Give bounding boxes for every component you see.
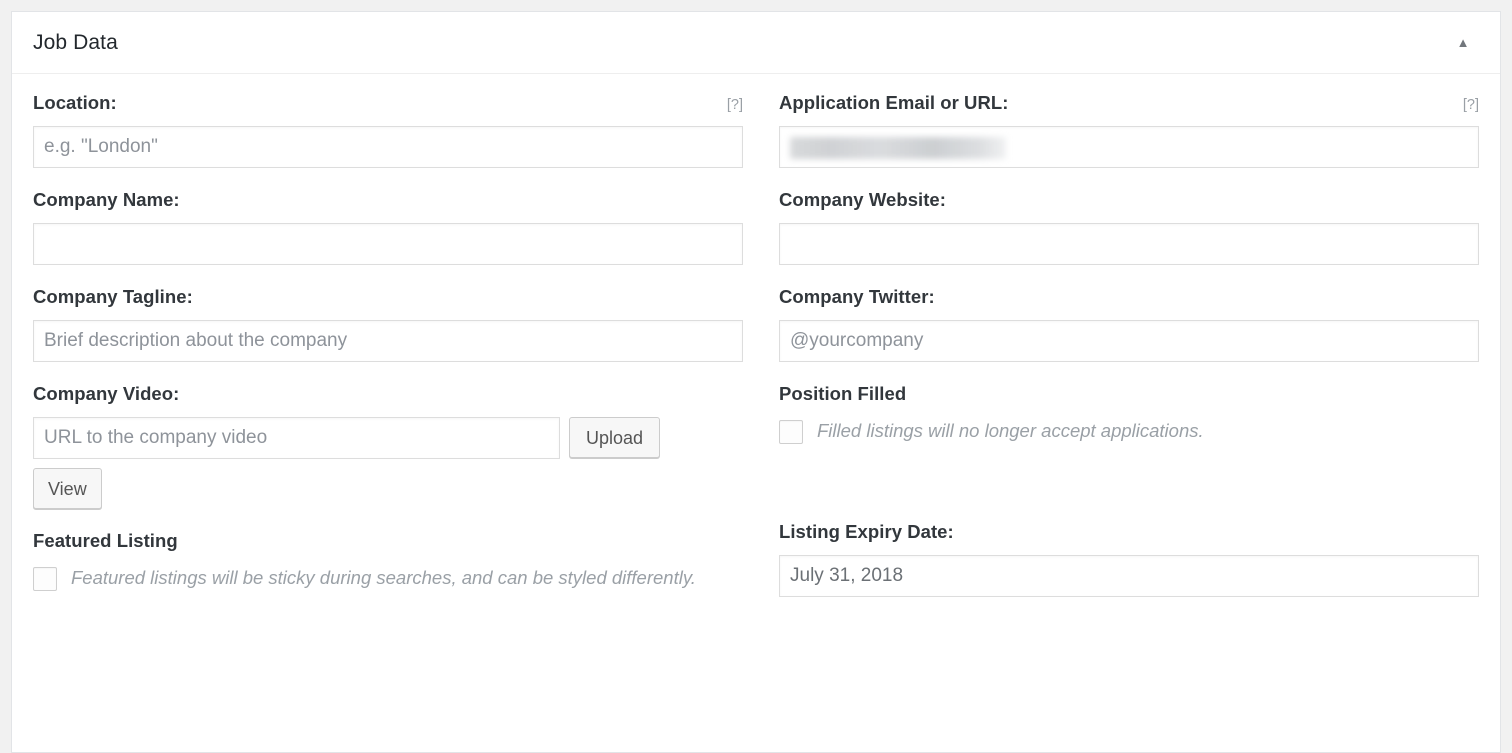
view-button[interactable]: View (33, 468, 102, 509)
position-filled-row: Filled listings will no longer accept ap… (779, 417, 1479, 446)
field-label-row: Listing Expiry Date: (779, 521, 1479, 543)
form-column-right: Application Email or URL: [?] Company We… (779, 92, 1479, 618)
upload-button[interactable]: Upload (569, 417, 661, 458)
company-website-label: Company Website: (779, 189, 946, 210)
field-company-tagline: Company Tagline: (33, 286, 743, 362)
position-filled-description: Filled listings will no longer accept ap… (817, 420, 1204, 441)
listing-expiry-label: Listing Expiry Date: (779, 521, 954, 542)
job-data-metabox: Job Data ▲ Location: [?] Company Name: (11, 11, 1501, 753)
featured-listing-label: Featured Listing (33, 530, 178, 551)
job-data-form: Location: [?] Company Name: Company Tagl… (33, 92, 1479, 618)
company-tagline-label: Company Tagline: (33, 286, 193, 307)
company-video-label: Company Video: (33, 383, 180, 404)
triangle-up-icon[interactable]: ▲ (1452, 32, 1474, 54)
field-label-row: Company Website: (779, 189, 1479, 211)
metabox-header[interactable]: Job Data ▲ (12, 12, 1500, 74)
field-featured-listing: Featured Listing Featured listings will … (33, 530, 743, 593)
field-listing-expiry: Listing Expiry Date: (779, 521, 1479, 597)
location-help-icon[interactable]: [?] (719, 97, 743, 113)
field-label-row: Location: [?] (33, 92, 743, 114)
field-position-filled: Position Filled Filled listings will no … (779, 383, 1479, 500)
company-name-input[interactable] (33, 223, 743, 265)
location-label: Location: (33, 92, 117, 113)
application-input-wrapper (779, 126, 1479, 168)
listing-expiry-input[interactable] (779, 555, 1479, 597)
field-label-row: Application Email or URL: [?] (779, 92, 1479, 114)
position-filled-checkbox[interactable] (779, 420, 803, 444)
company-name-label: Company Name: (33, 189, 180, 210)
form-column-left: Location: [?] Company Name: Company Tagl… (33, 92, 779, 618)
application-email-url-label: Application Email or URL: (779, 92, 1009, 113)
page-title: Job Data (33, 30, 118, 54)
featured-listing-row: Featured listings will be sticky during … (33, 564, 743, 593)
field-label-row: Company Twitter: (779, 286, 1479, 308)
company-tagline-input[interactable] (33, 320, 743, 362)
company-twitter-input[interactable] (779, 320, 1479, 362)
company-website-input[interactable] (779, 223, 1479, 265)
field-application: Application Email or URL: [?] (779, 92, 1479, 168)
company-video-input-row: Upload (33, 417, 743, 459)
position-filled-label: Position Filled (779, 383, 907, 404)
field-label-row: Position Filled (779, 383, 1479, 405)
featured-listing-checkbox[interactable] (33, 567, 57, 591)
company-twitter-label: Company Twitter: (779, 286, 935, 307)
field-label-row: Featured Listing (33, 530, 743, 552)
field-company-website: Company Website: (779, 189, 1479, 265)
field-label-row: Company Name: (33, 189, 743, 211)
field-company-twitter: Company Twitter: (779, 286, 1479, 362)
application-help-icon[interactable]: [?] (1455, 97, 1479, 113)
field-location: Location: [?] (33, 92, 743, 168)
field-company-name: Company Name: (33, 189, 743, 265)
company-video-input[interactable] (33, 417, 560, 459)
field-label-row: Company Video: (33, 383, 743, 405)
location-input[interactable] (33, 126, 743, 168)
field-label-row: Company Tagline: (33, 286, 743, 308)
redacted-value-overlay (790, 137, 1006, 159)
metabox-body: Location: [?] Company Name: Company Tagl… (12, 74, 1500, 642)
featured-listing-description: Featured listings will be sticky during … (71, 567, 696, 588)
field-company-video: Company Video: Upload View (33, 383, 743, 509)
